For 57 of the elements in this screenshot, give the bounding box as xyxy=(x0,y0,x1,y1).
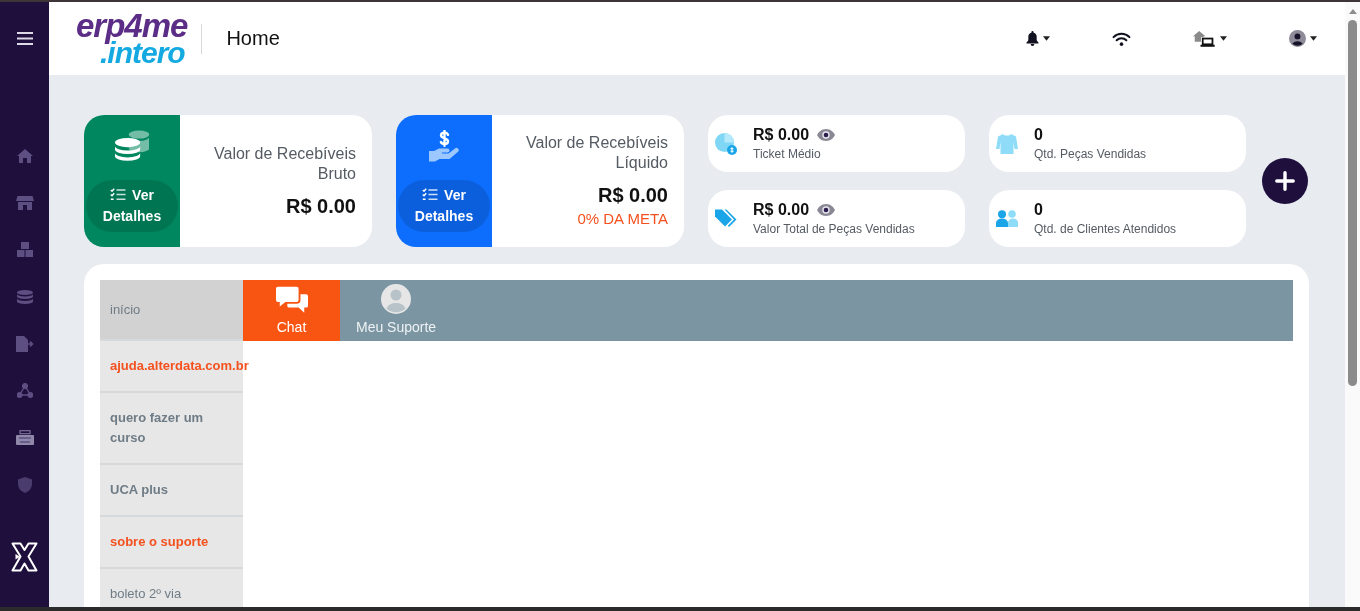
details-button[interactable]: Ver Detalhes xyxy=(86,180,178,232)
card-title: Valor de Recebíveis Líquido xyxy=(525,133,668,173)
details-button[interactable]: Ver Detalhes xyxy=(398,180,490,232)
file-arrow-icon[interactable] xyxy=(15,335,34,352)
support-menu-item[interactable]: sobre o suporte xyxy=(100,517,243,567)
boxes-icon[interactable] xyxy=(16,242,33,257)
checklist-icon xyxy=(422,188,439,201)
tab[interactable]: Meu Suporte xyxy=(340,280,453,341)
caret-icon[interactable] xyxy=(1043,36,1050,41)
stat-value: 0 xyxy=(1034,125,1043,144)
stat-label: Ticket Médio xyxy=(753,147,822,162)
support-menu-item[interactable]: ajuda.alterdata.com.br xyxy=(100,341,259,391)
support-menu-item[interactable]: boleto 2º via xyxy=(100,569,243,605)
card-value: R$ 0.00 xyxy=(597,183,668,207)
add-button[interactable] xyxy=(1262,158,1308,204)
stat-label: Qtd. de Clientes Atendidos xyxy=(1034,222,1177,237)
plus-icon xyxy=(1275,171,1295,191)
brand-logo[interactable]: erp4me .intero xyxy=(76,11,188,66)
network-icon[interactable] xyxy=(16,383,33,398)
goal-text: 0% DA META xyxy=(577,209,668,229)
menu-icon[interactable] xyxy=(16,32,33,45)
stat-label: Valor Total de Peças Vendidas xyxy=(753,222,915,237)
chat-bubbles-icon xyxy=(275,286,308,314)
wifi-icon[interactable] xyxy=(1112,31,1131,46)
coins-icon[interactable] xyxy=(16,289,33,304)
card-title: Valor de Recebíveis Bruto xyxy=(213,144,356,184)
home-laptop-icon[interactable] xyxy=(1193,30,1216,47)
caret-icon[interactable] xyxy=(1310,36,1317,41)
keyboard-icon[interactable] xyxy=(15,430,34,445)
shirt-icon xyxy=(996,133,1018,154)
support-menu-item[interactable]: quero fazer um curso xyxy=(100,393,243,463)
checklist-icon xyxy=(110,188,127,201)
stat-value: R$ 0.00 xyxy=(753,200,810,219)
store-icon[interactable] xyxy=(15,195,34,210)
home-icon[interactable] xyxy=(16,148,33,163)
card-value: R$ 0.00 xyxy=(285,194,356,218)
scrollbar-thumb[interactable] xyxy=(1348,20,1357,386)
logo-icon[interactable] xyxy=(11,542,38,572)
hand-dollar-icon xyxy=(429,130,459,162)
coins-icon xyxy=(114,130,150,162)
support-menu-item[interactable]: UCA plus xyxy=(100,465,243,515)
page-title: Home xyxy=(226,27,280,50)
scroll-up-arrow-icon[interactable] xyxy=(1348,9,1357,14)
eye-icon[interactable] xyxy=(817,128,836,141)
eye-icon[interactable] xyxy=(817,203,836,216)
tags-icon xyxy=(715,209,737,228)
caret-icon[interactable] xyxy=(1220,36,1227,41)
stat-value: R$ 0.00 xyxy=(753,125,810,144)
stat-value: 0 xyxy=(1034,200,1043,219)
support-menu-item[interactable]: início xyxy=(100,280,243,339)
user-avatar-icon xyxy=(381,284,412,314)
stat-label: Qtd. Peças Vendidas xyxy=(1034,147,1147,162)
users-icon xyxy=(996,210,1018,227)
user-avatar-icon[interactable] xyxy=(1289,30,1306,47)
tab[interactable]: Chat xyxy=(243,280,340,341)
bell-icon[interactable] xyxy=(1026,31,1039,46)
pie-chart-coin-icon xyxy=(715,132,737,155)
